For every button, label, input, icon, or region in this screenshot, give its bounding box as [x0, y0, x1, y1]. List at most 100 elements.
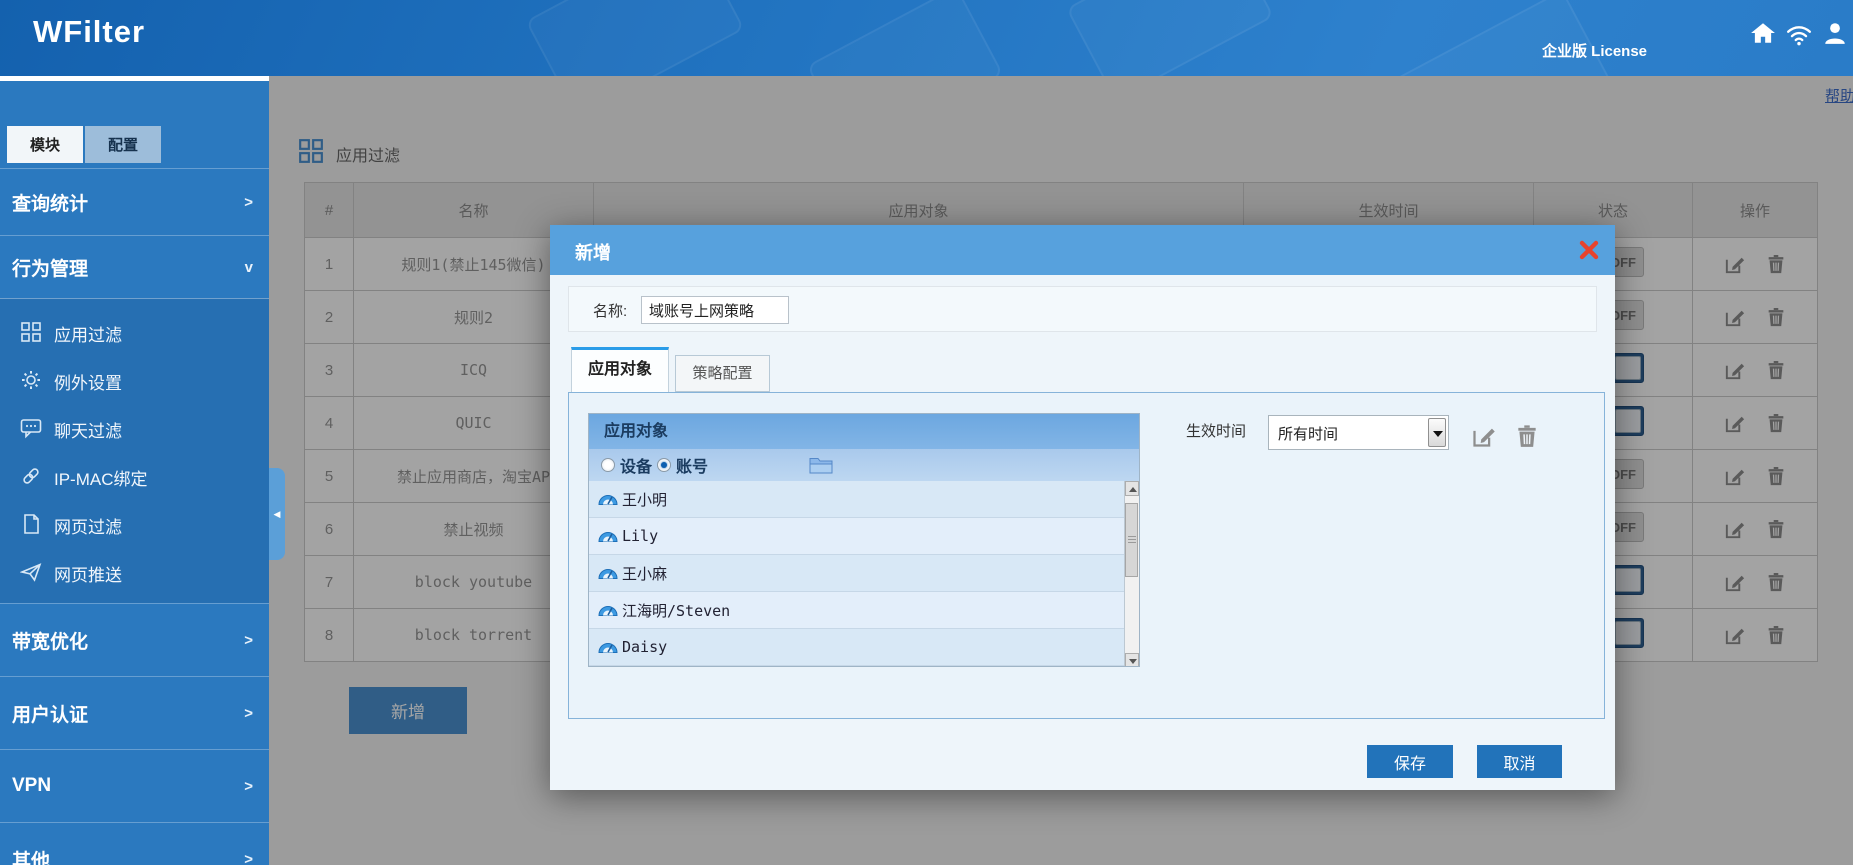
account-radio-label: 账号 [676, 453, 708, 477]
chevron-icon: > [244, 778, 253, 795]
sidebar-submenu: 应用过滤例外设置聊天过滤 IP-MAC绑定网页过滤网页推送 [0, 298, 269, 603]
sidebar-tabs: 模块 配置 [7, 126, 161, 163]
home-icon[interactable] [1750, 20, 1776, 46]
effective-time-dropdown[interactable]: 所有时间 [1268, 415, 1449, 450]
object-list: 应用对象 设备 账号 王小明 Lily 王小麻江海明/Steven Daisy [588, 413, 1140, 667]
scroll-up-button[interactable] [1125, 481, 1139, 496]
sidebar-subitem-网页推送[interactable]: 网页推送 [0, 549, 269, 597]
folder-icon[interactable] [809, 456, 833, 474]
sidebar-item-查询统计[interactable]: 查询统计 > [0, 168, 269, 235]
sidebar-subitem-例外设置[interactable]: 例外设置 [0, 357, 269, 405]
app-logo: WFilter [33, 14, 145, 50]
sidebar-menu: 查询统计 > 行为管理 v 应用过滤例外设置聊天过滤 IP-MAC绑定网页过滤网页推送带宽… [0, 168, 269, 865]
license-label: 企业版 License [1542, 40, 1647, 61]
modal-titlebar: 新增 [550, 225, 1615, 275]
header-decor [1066, 0, 1274, 76]
effective-time-value: 所有时间 [1278, 423, 1338, 444]
close-icon[interactable] [1579, 240, 1599, 260]
sidebar-item-label: 其他 [12, 846, 50, 865]
account-name: Lily [622, 527, 658, 545]
object-list-header: 应用对象 [589, 414, 1139, 449]
chevron-icon: > [244, 632, 253, 649]
dropdown-arrow-icon[interactable] [1428, 418, 1446, 447]
send-icon [20, 561, 44, 585]
sidebar-item-用户认证[interactable]: 用户认证 > [0, 676, 269, 749]
modal-tab-policy-config[interactable]: 策略配置 [675, 355, 770, 392]
account-gauge-icon [598, 637, 622, 658]
account-item[interactable]: 王小麻 [589, 555, 1139, 592]
delete-time-icon[interactable] [1514, 423, 1541, 450]
sidebar-item-label: 用户认证 [12, 700, 88, 727]
rule-name-input[interactable] [641, 296, 789, 324]
sidebar-item-label: 查询统计 [12, 189, 88, 216]
edit-time-icon[interactable] [1470, 423, 1497, 450]
sidebar-subitem-网页过滤[interactable]: 网页过滤 [0, 501, 269, 549]
gear-icon [20, 369, 44, 393]
subitem-label: IP-MAC绑定 [54, 465, 148, 490]
sidebar-collapse-handle[interactable]: ◀ [269, 468, 285, 560]
sidebar-item-行为管理[interactable]: 行为管理 v [0, 235, 269, 298]
page-icon [20, 513, 44, 537]
app-header: WFilter 企业版 License [0, 0, 1853, 76]
header-decor [1386, 0, 1614, 76]
cancel-button[interactable]: 取消 [1477, 745, 1562, 778]
modal-title: 新增 [575, 239, 611, 265]
wifi-icon[interactable] [1786, 22, 1812, 48]
device-radio[interactable] [601, 458, 615, 472]
chevron-icon: > [244, 705, 253, 722]
account-rows: 王小明 Lily 王小麻江海明/Steven Daisy [589, 481, 1139, 666]
sidebar-item-带宽优化[interactable]: 带宽优化 > [0, 603, 269, 676]
rule-name-label: 名称: [593, 300, 627, 321]
account-name: 江海明/Steven [622, 600, 730, 621]
sidebar-item-label: 带宽优化 [12, 627, 88, 654]
account-item[interactable]: Daisy [589, 629, 1139, 666]
sidebar-item-VPN[interactable]: VPN > [0, 749, 269, 822]
sidebar-item-其他[interactable]: 其他 > [0, 822, 269, 865]
scroll-thumb[interactable] [1125, 503, 1138, 577]
sidebar-item-label: 行为管理 [12, 254, 88, 281]
account-item[interactable]: Lily [589, 518, 1139, 555]
account-gauge-icon [598, 526, 622, 547]
device-radio-label: 设备 [620, 453, 652, 477]
effective-time-label: 生效时间 [1186, 420, 1246, 441]
chat-icon [20, 417, 44, 441]
chevron-icon: > [244, 851, 253, 865]
subitem-label: 聊天过滤 [54, 417, 122, 442]
sidebar-top-strip [0, 76, 269, 81]
list-scrollbar[interactable] [1124, 481, 1139, 667]
sidebar-item-label: VPN [12, 775, 51, 797]
object-type-row: 设备 账号 [589, 449, 1139, 481]
link-icon [20, 465, 44, 489]
tab-modules[interactable]: 模块 [7, 126, 83, 163]
chevron-icon: v [245, 259, 253, 276]
tab-config[interactable]: 配置 [85, 126, 161, 163]
sidebar-subitem-应用过滤[interactable]: 应用过滤 [0, 309, 269, 357]
sidebar-subitem-聊天过滤[interactable]: 聊天过滤 [0, 405, 269, 453]
account-gauge-icon [598, 489, 622, 510]
apply-objects-panel: 应用对象 设备 账号 王小明 Lily 王小麻江海明/Steven Daisy [568, 392, 1605, 719]
account-item[interactable]: 江海明/Steven [589, 592, 1139, 629]
header-decor [525, 0, 744, 76]
account-name: 王小麻 [622, 563, 667, 584]
user-icon[interactable] [1822, 20, 1848, 46]
sidebar-subitem-IP-MAC绑定[interactable]: IP-MAC绑定 [0, 453, 269, 501]
header-decor [806, 0, 1003, 76]
account-item[interactable]: 王小明 [589, 481, 1139, 518]
rule-name-section: 名称: [568, 286, 1597, 332]
sidebar: 模块 配置 查询统计 > 行为管理 v 应用过滤例外设置聊天过滤 IP-MAC绑定网页过滤… [0, 76, 269, 865]
modal-tab-apply-objects[interactable]: 应用对象 [571, 347, 669, 392]
account-radio[interactable] [657, 458, 671, 472]
save-button[interactable]: 保存 [1367, 745, 1453, 778]
scroll-down-button[interactable] [1125, 653, 1139, 667]
subitem-label: 网页过滤 [54, 513, 122, 538]
grid-icon [20, 321, 44, 345]
account-name: Daisy [622, 638, 667, 656]
wfilter-app: WFilter 企业版 License 模块 配置 查询统计 > 行为管理 v 应用过滤… [0, 0, 1853, 865]
add-rule-modal: 新增 名称: 应用对象 策略配置 应用对象 设备 账号 [550, 225, 1615, 790]
subitem-label: 应用过滤 [54, 321, 122, 346]
subitem-label: 例外设置 [54, 369, 122, 394]
subitem-label: 网页推送 [54, 561, 122, 586]
chevron-icon: > [244, 194, 253, 211]
account-gauge-icon [598, 600, 622, 621]
account-name: 王小明 [622, 489, 667, 510]
